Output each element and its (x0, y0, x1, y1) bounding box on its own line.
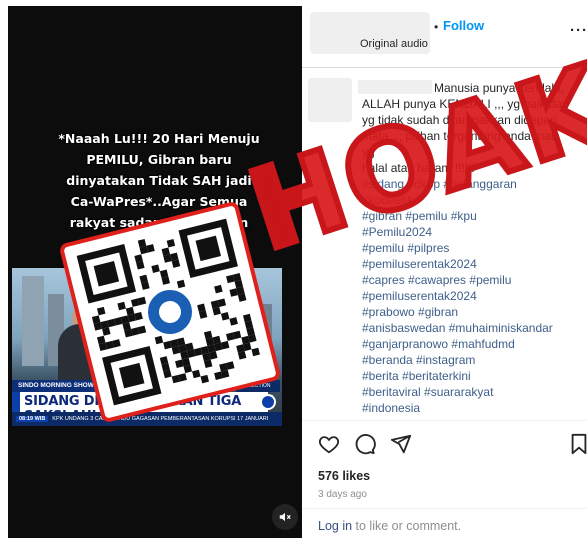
hashtag-line[interactable]: #indonesia (362, 400, 574, 416)
caption-line: makin cerdas ... (102, 236, 216, 251)
hashtag-line[interactable]: #kodeetik (362, 192, 574, 208)
election-tracker-tag: ELECTION TRACKER 28 (236, 380, 280, 401)
more-options-button[interactable]: ··· (570, 22, 587, 39)
hashtag-line[interactable]: #ganjarpranowo #mahfudmd (362, 336, 574, 352)
ticker-time: 08:19 WIB (16, 416, 49, 422)
channel-logo-icon (260, 394, 276, 410)
news-ticker: 08:19 WIB KPK UNDANG 3 CAPRES ADU GAGASAN… (12, 412, 282, 426)
video-panel[interactable]: *Naaah Lu!!! 20 Hari Menuju PEMILU, Gibr… (8, 6, 302, 538)
caption-text-line: Manusia punya kendala, (434, 81, 565, 95)
separator-dot: • (434, 20, 439, 34)
hashtag-line[interactable]: #beritaviral #suararakyat (362, 384, 574, 400)
building (252, 304, 272, 366)
speaker-muted-icon[interactable] (272, 504, 298, 530)
caption-text-line: yg tidak sudah ditampakkan didepan (362, 113, 557, 127)
caption-line: rakyat sadar, Faham, dan (69, 215, 249, 230)
post-caption: Manusia punya kendala, ALLAH punya KENDA… (362, 80, 572, 176)
hashtag-line[interactable]: #pemilu #pilpres (362, 240, 574, 256)
login-prompt-text: Log in to like or comment. (318, 519, 461, 533)
hashtag-list: #sidang #dkpp #pelanggaran #kodeetik #gi… (362, 176, 574, 416)
hashtag-line[interactable]: #anisbaswedan #muhaiminiskandar (362, 320, 574, 336)
login-link[interactable]: Log in (318, 519, 352, 533)
hashtag-line[interactable]: #beranda #instagram (362, 352, 574, 368)
caption-text-line: halal atau haram !!!!!! (362, 161, 475, 175)
building (222, 286, 248, 366)
login-prompt: Log in to like or comment. (302, 508, 587, 538)
hashtag-line[interactable]: #Pemilu2024 (362, 224, 574, 240)
headline-bar: SIDANG DKPP HADIRKAN TIGA SAKSI AHLI (12, 392, 268, 424)
news-video-frame: SINDO MORNING SHOW ELECTION TRACKER 28 S… (12, 268, 282, 426)
ticker-text: KPK UNDANG 3 CAPRES ADU GAGASAN PEMBERAN… (52, 416, 269, 422)
original-audio-link[interactable]: Original audio (360, 38, 428, 50)
follow-button[interactable]: Follow (443, 18, 484, 33)
heart-icon[interactable] (318, 433, 340, 460)
video-caption: *Naaah Lu!!! 20 Hari Menuju PEMILU, Gibr… (48, 128, 270, 275)
post-timestamp: 3 days ago (318, 489, 367, 500)
caption-line: Ca-WaPres*..Agar Semua (70, 194, 248, 209)
caption-line: PEMILU, Gibran baru (86, 152, 232, 167)
share-icon[interactable] (390, 433, 412, 460)
caption-text-line: mata ,,, pilihan tergantung anda mau yg (362, 129, 558, 159)
post-header: • Follow Original audio ··· (302, 0, 587, 68)
building (22, 276, 44, 366)
caption-line: dinyatakan Tidak SAH jadi (66, 173, 252, 188)
caption-text-line: ALLAH punya KENDALI ,,, yg baik dan (362, 97, 569, 111)
hashtag-line[interactable]: #berita #beritaterkini (362, 368, 574, 384)
caption-line: *Naaah Lu!!! 20 Hari Menuju (58, 131, 260, 146)
comment-icon[interactable] (354, 433, 376, 460)
presenter-body (58, 324, 110, 384)
hashtag-line[interactable]: #pemiluserentak2024 (362, 256, 574, 272)
bookmark-icon[interactable] (568, 433, 587, 460)
login-prompt-rest: to like or comment. (352, 519, 462, 533)
show-name-bar: SINDO MORNING SHOW (12, 380, 102, 392)
likes-count[interactable]: 576 likes (318, 469, 370, 483)
hashtag-line[interactable]: #pemiluserentak2024 (362, 288, 574, 304)
hashtag-line[interactable]: #sidang #dkpp #pelanggaran (362, 176, 574, 192)
caption-author-avatar[interactable] (308, 78, 352, 122)
hashtag-line[interactable]: #prabowo #gibran (362, 304, 574, 320)
hashtag-line[interactable]: #capres #cawapres #pemilu (362, 272, 574, 288)
hashtag-line[interactable]: #gibran #pemilu #kpu (362, 208, 574, 224)
